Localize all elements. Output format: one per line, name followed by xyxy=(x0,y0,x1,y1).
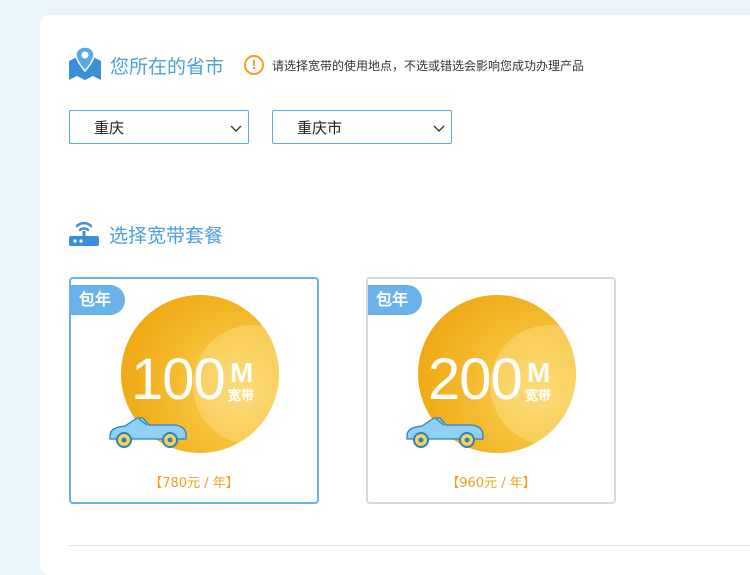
speed-unit-label: 宽带 xyxy=(228,389,255,404)
city-select[interactable]: 重庆市 xyxy=(272,110,452,144)
province-select[interactable]: 重庆 xyxy=(69,110,249,144)
speed-value: 100 xyxy=(131,347,226,412)
plans-title: 选择宽带套餐 xyxy=(109,224,224,247)
plan-price: 【960元 / 年】 xyxy=(446,476,536,491)
plans-header: 选择宽带套餐 xyxy=(68,216,223,252)
location-warning: ! 请选择宽带的使用地点，不选或错选会影响您成功办理产品 xyxy=(244,55,584,75)
location-header: 您所在的省市 ! 请选择宽带的使用地点，不选或错选会影响您成功办理产品 xyxy=(68,45,584,85)
section-divider xyxy=(68,545,750,546)
map-pin-icon xyxy=(68,45,102,85)
router-icon xyxy=(68,216,100,252)
location-title: 您所在的省市 xyxy=(110,55,225,78)
plan-price: 【780元 / 年】 xyxy=(149,476,239,491)
chevron-down-icon xyxy=(433,120,445,138)
plan-badge: 包年 xyxy=(71,285,125,315)
province-value: 重庆 xyxy=(94,118,125,137)
car-icon xyxy=(107,412,189,452)
chevron-down-icon xyxy=(230,120,242,138)
car-icon xyxy=(404,412,486,452)
plan-card-200m[interactable]: 200 M 宽带 包年 【960元 / 年】 xyxy=(366,277,616,504)
warning-text: 请选择宽带的使用地点，不选或错选会影响您成功办理产品 xyxy=(272,58,585,73)
plan-card-100m[interactable]: 100 M 宽带 包年 【780元 / 年】 xyxy=(69,277,319,504)
plan-badge: 包年 xyxy=(368,285,422,315)
speed-value: 200 xyxy=(428,347,523,412)
speed-unit-label: 宽带 xyxy=(525,389,552,404)
warning-icon: ! xyxy=(244,55,265,75)
city-value: 重庆市 xyxy=(297,118,343,137)
